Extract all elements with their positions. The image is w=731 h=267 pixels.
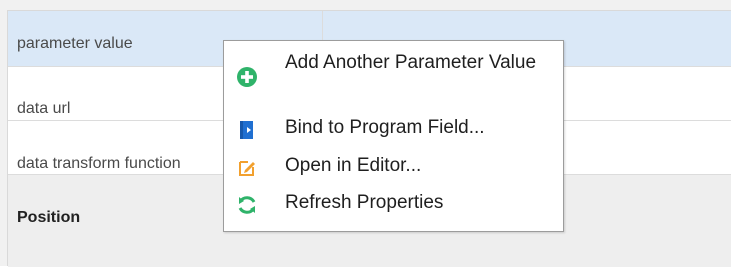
property-label: parameter value [17,35,133,52]
bind-field-icon [240,121,253,139]
bind-to-program-field-menu-item[interactable]: Bind to Program Field... [224,113,563,145]
property-group-label: Position [17,209,81,226]
property-label: data url [17,100,71,117]
property-label: data transform function [17,155,181,172]
menu-item-label: Refresh Properties [285,192,444,213]
property-panel-screenshot: parameter value data url data transform … [0,0,731,267]
menu-item-label: Bind to Program Field... [285,117,485,138]
edit-icon [239,161,255,176]
menu-item-label: Add Another Parameter Value [285,52,537,73]
refresh-properties-menu-item[interactable]: Refresh Properties [224,187,563,219]
add-another-parameter-value-menu-item[interactable]: Add Another Parameter Value [224,47,563,105]
open-in-editor-menu-item[interactable]: Open in Editor... [224,151,563,183]
add-circle-icon [237,67,257,87]
menu-item-label: Open in Editor... [285,155,422,176]
context-menu: Add Another Parameter Value Bind to Prog… [223,40,564,232]
refresh-icon [238,196,256,214]
